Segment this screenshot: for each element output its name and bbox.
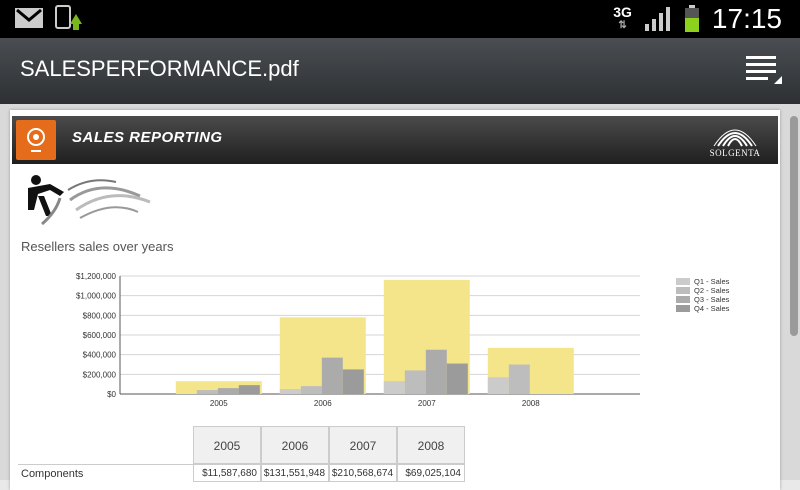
y-tick-label: $800,000: [83, 311, 117, 320]
series-bar: [238, 385, 260, 394]
cyclist-logo-icon: [28, 175, 151, 226]
pdf-viewport[interactable]: SALES REPORTING SOLGENTA Resellers sales…: [0, 104, 800, 490]
network-type: 3G ⇅: [613, 4, 632, 31]
series-bar: [342, 369, 364, 394]
action-bar: SALESPERFORMANCE.pdf: [0, 38, 800, 104]
legend-swatch: [676, 305, 690, 312]
series-bar: [425, 349, 447, 394]
y-tick-label: $600,000: [83, 331, 117, 340]
table-cell: $11,587,680: [193, 464, 261, 482]
status-bar: 3G ⇅ 17:15: [0, 0, 800, 38]
sales-chart: $0 $200,000 $400,000 $600,000 $800,000 $1,000…: [76, 272, 730, 408]
scrollbar[interactable]: [790, 116, 798, 336]
overflow-menu-icon[interactable]: [744, 52, 784, 88]
table-header-cell: 2008: [397, 426, 465, 464]
series-bar: [196, 390, 218, 394]
series-bar: [383, 381, 405, 394]
series-bar: [279, 389, 301, 394]
table-cell: $210,568,674: [329, 464, 397, 482]
report-subtitle: Resellers sales over years: [21, 239, 174, 254]
banner-title: SALES REPORTING: [72, 129, 223, 146]
series-bar: [321, 357, 343, 394]
table-header-cell: 2006: [261, 426, 329, 464]
series-bar: [487, 377, 509, 394]
report-banner: SALES REPORTING SOLGENTA: [12, 116, 778, 164]
legend-swatch: [676, 296, 690, 303]
y-tick-label: $200,000: [83, 370, 117, 379]
legend-label: Q1 - Sales: [694, 277, 730, 286]
legend-swatch: [676, 287, 690, 294]
series-bar: [300, 386, 322, 394]
table-header-cell: 2005: [193, 426, 261, 464]
report-logo-icon: [16, 120, 56, 160]
table-cell: $69,025,104: [397, 464, 465, 482]
series-bar: [217, 388, 239, 394]
y-tick-label: $400,000: [83, 351, 117, 360]
series-bar: [446, 363, 468, 394]
x-tick-label: 2006: [314, 399, 332, 408]
legend-swatch: [676, 278, 690, 285]
document-title: SALESPERFORMANCE.pdf: [20, 56, 299, 81]
table-row-label: Components: [18, 464, 193, 482]
system-status: 3G ⇅ 17:15: [613, 0, 782, 38]
x-tick-label: 2005: [210, 399, 228, 408]
gmail-icon[interactable]: [14, 6, 44, 30]
notification-icons: [14, 4, 84, 32]
series-bar: [508, 364, 530, 394]
y-tick-label: $1,000,000: [76, 292, 117, 301]
table-cell: $131,551,948: [261, 464, 329, 482]
signal-icon: [644, 7, 670, 31]
battery-icon: [684, 5, 699, 32]
download-icon[interactable]: [54, 4, 84, 32]
clock: 17:15: [711, 3, 782, 34]
pdf-page: SALES REPORTING SOLGENTA Resellers sales…: [10, 110, 780, 490]
brand-name: SOLGENTA: [709, 148, 761, 158]
legend-label: Q3 - Sales: [694, 295, 730, 304]
x-tick-label: 2007: [418, 399, 436, 408]
legend-label: Q2 - Sales: [694, 286, 730, 295]
legend-label: Q4 - Sales: [694, 304, 730, 313]
x-tick-label: 2008: [522, 399, 540, 408]
table-header-cell: 2007: [329, 426, 397, 464]
y-tick-label: $1,200,000: [76, 272, 117, 281]
solgenta-logo: SOLGENTA: [700, 120, 770, 160]
y-tick-label: $0: [107, 390, 116, 399]
series-bar: [404, 370, 426, 394]
